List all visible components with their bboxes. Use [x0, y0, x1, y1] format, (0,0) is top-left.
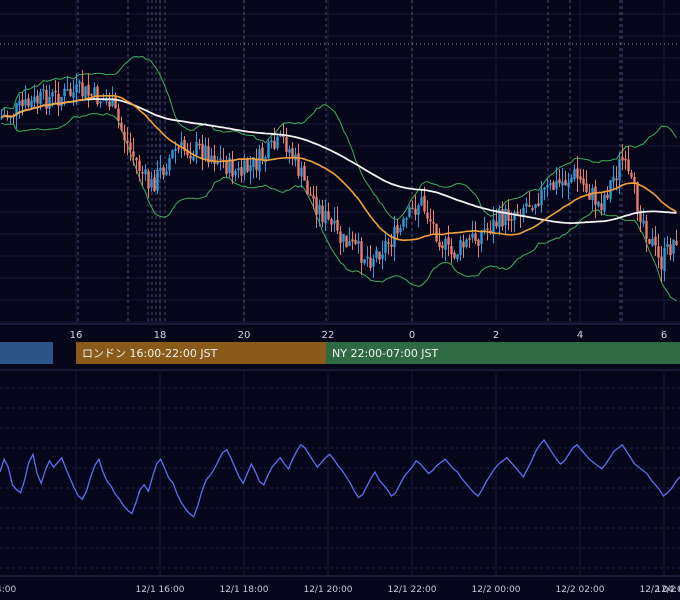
- osc-tick-label: 12/1 20:00: [303, 585, 352, 595]
- osc-tick-label: 12/1 18:00: [219, 585, 268, 595]
- candle: [345, 235, 348, 248]
- price-tick-label: 6: [661, 330, 667, 341]
- session-bar: ロンドン 16:00-22:00 JST NY 22:00-07:00 JST: [0, 342, 680, 364]
- price-chart[interactable]: 16 18 20 22 0 2 4 6 ロンドン 16:00-22:00 JST NY 22:0…: [0, 0, 680, 600]
- price-tick-label: 4: [577, 330, 583, 341]
- osc-tick-label: 12/1 22:00: [387, 585, 436, 595]
- session-segment: ロンドン 16:00-22:00 JST: [76, 342, 326, 364]
- candle: [435, 223, 438, 243]
- price-tick-label: 0: [409, 330, 415, 341]
- session-segment: NY 22:00-07:00 JST: [326, 342, 680, 364]
- osc-tick-label: 12/1 16:00: [135, 585, 184, 595]
- candle: [276, 134, 279, 151]
- candle: [84, 86, 87, 99]
- session-label: NY 22:00-07:00 JST: [332, 347, 439, 360]
- price-tick-label: 22: [322, 330, 335, 341]
- price-tick-label: 20: [238, 330, 251, 341]
- session-segment: [0, 342, 53, 364]
- candle: [603, 191, 606, 215]
- osc-tick-label: 12/2 00:00: [471, 585, 520, 595]
- osc-tick-label: 12/2 02:00: [555, 585, 604, 595]
- osc-tick-label: 4:00: [0, 585, 16, 595]
- candle: [648, 238, 651, 245]
- price-tick-label: 18: [154, 330, 167, 341]
- candle: [171, 149, 174, 159]
- session-label: ロンドン 16:00-22:00 JST: [82, 347, 218, 360]
- price-tick-label: 16: [70, 330, 83, 341]
- osc-tick-label: 12/2 06:00: [655, 585, 680, 595]
- price-tick-label: 2: [493, 330, 499, 341]
